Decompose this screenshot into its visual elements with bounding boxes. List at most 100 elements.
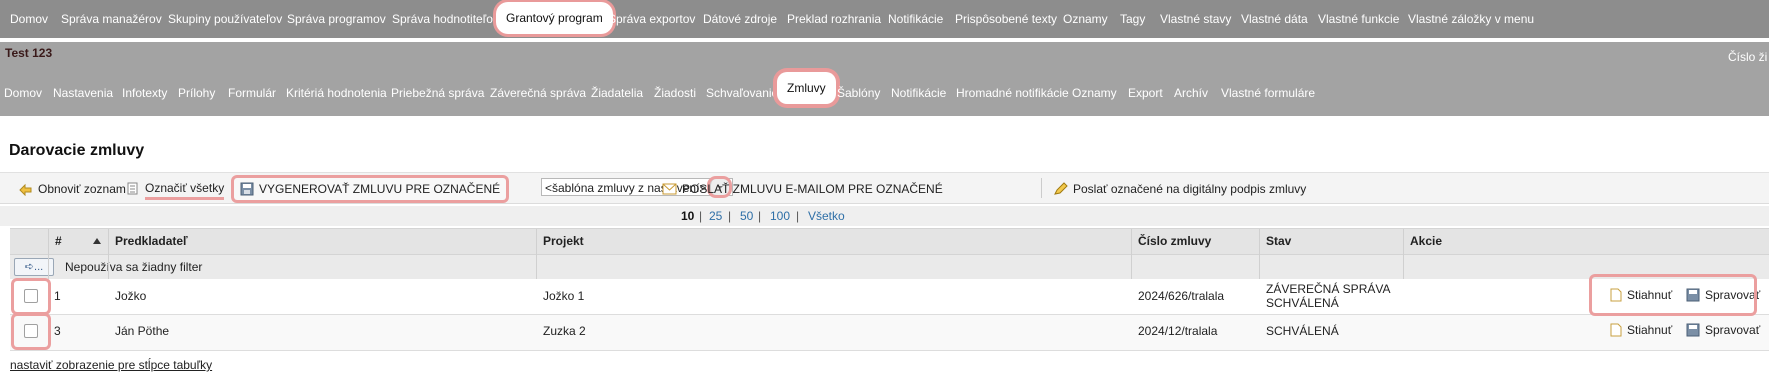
pager-separator: | bbox=[728, 209, 732, 223]
nav-item-sprava-exportov[interactable]: Správa exportov bbox=[608, 0, 695, 38]
download-button[interactable]: Stiahnuť bbox=[1610, 323, 1672, 337]
row-checkbox[interactable] bbox=[24, 289, 38, 303]
row-applicant: Ján Pöthe bbox=[115, 324, 170, 338]
generate-contract-label: VYGENEROVAŤ ZMLUVU PRE OZNAČENÉ bbox=[259, 182, 501, 196]
select-all-label: Označiť všetky bbox=[145, 179, 225, 200]
tab-export[interactable]: Export bbox=[1128, 80, 1163, 106]
pagination: 10 | 25 | 50 | 100 | Všetko bbox=[0, 206, 1769, 226]
page-size-all[interactable]: Všetko bbox=[808, 209, 845, 223]
tab-hromadne-notifikacie[interactable]: Hromadné notifikácie bbox=[956, 80, 1069, 106]
row-status-line-1: SCHVÁLENÁ bbox=[1266, 324, 1339, 338]
filter-row: ➪... Nepoužíva sa žiadny filter bbox=[10, 255, 1769, 280]
pager-separator: | bbox=[699, 209, 703, 223]
manage-label: Spravovať bbox=[1705, 323, 1761, 337]
send-sign-label: Poslať označené na digitálny podpis zmlu… bbox=[1073, 182, 1307, 196]
refresh-button[interactable]: Obnoviť zoznam bbox=[18, 180, 126, 198]
nav-item-sprava-hodnotitelov[interactable]: Správa hodnotiteľov bbox=[392, 0, 499, 38]
page-size-50[interactable]: 50 bbox=[740, 209, 753, 223]
envelope-icon bbox=[662, 183, 677, 195]
row-contract-number: 2024/626/tralala bbox=[1138, 289, 1225, 303]
row-num: 3 bbox=[54, 324, 61, 338]
nav-item-vlastne-stavy[interactable]: Vlastné stavy bbox=[1160, 0, 1231, 38]
tab-infotexty[interactable]: Infotexty bbox=[122, 80, 167, 106]
sort-asc-icon bbox=[93, 238, 101, 244]
column-header-num[interactable]: # bbox=[55, 234, 62, 248]
table-header: # Predkladateľ Projekt Číslo zmluvy Stav… bbox=[10, 228, 1769, 255]
toolbar-separator bbox=[1041, 178, 1042, 198]
checklist-icon bbox=[127, 182, 138, 195]
send-email-button[interactable]: POSLAŤ ZMLUVU E-MAILOM PRE OZNAČENÉ bbox=[662, 180, 943, 198]
nav-item-tagy[interactable]: Tagy bbox=[1120, 0, 1145, 38]
row-checkbox[interactable] bbox=[24, 324, 38, 338]
tab-sablony[interactable]: Šablóny bbox=[837, 80, 880, 106]
row-status-line-1: ZÁVEREČNÁ SPRÁVA bbox=[1266, 282, 1391, 296]
tab-zaverecna-sprava[interactable]: Záverečná správa bbox=[490, 80, 586, 106]
nav-item-datove-zdroje[interactable]: Dátové zdroje bbox=[703, 0, 777, 38]
tab-zmluvy[interactable]: Zmluvy bbox=[777, 72, 836, 104]
tab-ziadatelia[interactable]: Žiadatelia bbox=[591, 80, 643, 106]
main-navigation: Domov Správa manažérov Skupiny používate… bbox=[0, 0, 1769, 38]
tab-notifikacie[interactable]: Notifikácie bbox=[891, 80, 946, 106]
nav-item-domov[interactable]: Domov bbox=[10, 0, 48, 38]
manage-button[interactable]: Spravovať bbox=[1686, 323, 1760, 337]
column-settings-link[interactable]: nastaviť zobrazenie pre stĺpce tabuľky bbox=[10, 358, 212, 372]
column-header-status[interactable]: Stav bbox=[1266, 234, 1291, 248]
row-status-line-2: SCHVÁLENÁ bbox=[1266, 296, 1339, 310]
tab-nastavenia[interactable]: Nastavenia bbox=[53, 80, 113, 106]
column-header-actions: Akcie bbox=[1410, 234, 1443, 248]
download-label: Stiahnuť bbox=[1627, 323, 1673, 337]
row-project: Zuzka 2 bbox=[543, 324, 586, 338]
nav-item-oznamy[interactable]: Oznamy bbox=[1063, 0, 1108, 38]
pager-separator: | bbox=[758, 209, 762, 223]
nav-item-vlastne-zalozky[interactable]: Vlastné záložky v menu bbox=[1408, 0, 1534, 38]
page-size-10[interactable]: 10 bbox=[681, 209, 694, 223]
filter-icon: ➪ bbox=[24, 261, 35, 273]
save-icon bbox=[1686, 323, 1700, 337]
tab-vlastne-formulare[interactable]: Vlastné formuláre bbox=[1221, 80, 1315, 106]
tab-priebezna-sprava[interactable]: Priebežná správa bbox=[391, 80, 484, 106]
column-header-project[interactable]: Projekt bbox=[543, 234, 584, 248]
page-title: Darovacie zmluvy bbox=[9, 142, 145, 159]
page-size-100[interactable]: 100 bbox=[770, 209, 790, 223]
refresh-icon bbox=[19, 183, 32, 196]
refresh-label: Obnoviť zoznam bbox=[38, 182, 126, 196]
nav-item-sprava-manazerov[interactable]: Správa manažérov bbox=[61, 0, 162, 38]
page-size-25[interactable]: 25 bbox=[709, 209, 722, 223]
nav-item-prisposobene-texty[interactable]: Prispôsobené texty bbox=[955, 0, 1057, 38]
row-project: Jožko 1 bbox=[543, 289, 585, 303]
pager-separator: | bbox=[796, 209, 800, 223]
select-all-button[interactable]: Označiť všetky bbox=[127, 179, 225, 200]
send-sign-button[interactable]: Poslať označené na digitálny podpis zmlu… bbox=[1053, 180, 1306, 198]
nav-item-preklad-rozhrania[interactable]: Preklad rozhrania bbox=[787, 0, 881, 38]
column-header-applicant[interactable]: Predkladateľ bbox=[115, 234, 188, 248]
column-header-contract[interactable]: Číslo zmluvy bbox=[1138, 234, 1211, 248]
tab-archiv[interactable]: Archív bbox=[1174, 80, 1208, 106]
tab-oznamy[interactable]: Oznamy bbox=[1072, 80, 1117, 106]
generate-contract-button[interactable]: VYGENEROVAŤ ZMLUVU PRE OZNAČENÉ bbox=[234, 178, 507, 200]
program-header: Test 123 Číslo ži Domov Nastavenia Infot… bbox=[0, 42, 1769, 116]
actions-highlight bbox=[1592, 277, 1754, 313]
row-num: 1 bbox=[54, 289, 61, 303]
filter-status: Nepoužíva sa žiadny filter bbox=[65, 260, 203, 274]
row-applicant: Jožko bbox=[115, 289, 147, 303]
row-contract-number: 2024/12/tralala bbox=[1138, 324, 1218, 338]
tab-kriteria-hodnotenia[interactable]: Kritériá hodnotenia bbox=[286, 80, 387, 106]
tab-domov[interactable]: Domov bbox=[4, 80, 42, 106]
nav-item-grantovy-program[interactable]: Grantový program bbox=[496, 2, 613, 34]
nav-item-skupiny-pouzivatelov[interactable]: Skupiny používateľov bbox=[168, 0, 282, 38]
table-row: 3 Ján Pöthe Zuzka 2 2024/12/tralala SCHV… bbox=[10, 315, 1769, 351]
tab-prilohy[interactable]: Prílohy bbox=[178, 80, 215, 106]
save-icon bbox=[240, 182, 254, 196]
program-right-label: Číslo ži bbox=[1728, 50, 1768, 64]
nav-item-vlastne-funkcie[interactable]: Vlastné funkcie bbox=[1318, 0, 1399, 38]
tab-schvalovanie[interactable]: Schvaľovanie bbox=[706, 80, 778, 106]
tab-formular[interactable]: Formulár bbox=[228, 80, 276, 106]
document-icon bbox=[1610, 323, 1622, 337]
nav-item-vlastne-data[interactable]: Vlastné dáta bbox=[1241, 0, 1308, 38]
program-title: Test 123 bbox=[5, 46, 53, 60]
table-row: 1 Jožko Jožko 1 2024/626/tralala ZÁVEREČ… bbox=[10, 279, 1769, 315]
nav-item-notifikacie[interactable]: Notifikácie bbox=[888, 0, 943, 38]
nav-item-sprava-programov[interactable]: Správa programov bbox=[287, 0, 386, 38]
tab-ziadosti[interactable]: Žiadosti bbox=[654, 80, 696, 106]
send-email-label: POSLAŤ ZMLUVU E-MAILOM PRE OZNAČENÉ bbox=[682, 182, 943, 196]
